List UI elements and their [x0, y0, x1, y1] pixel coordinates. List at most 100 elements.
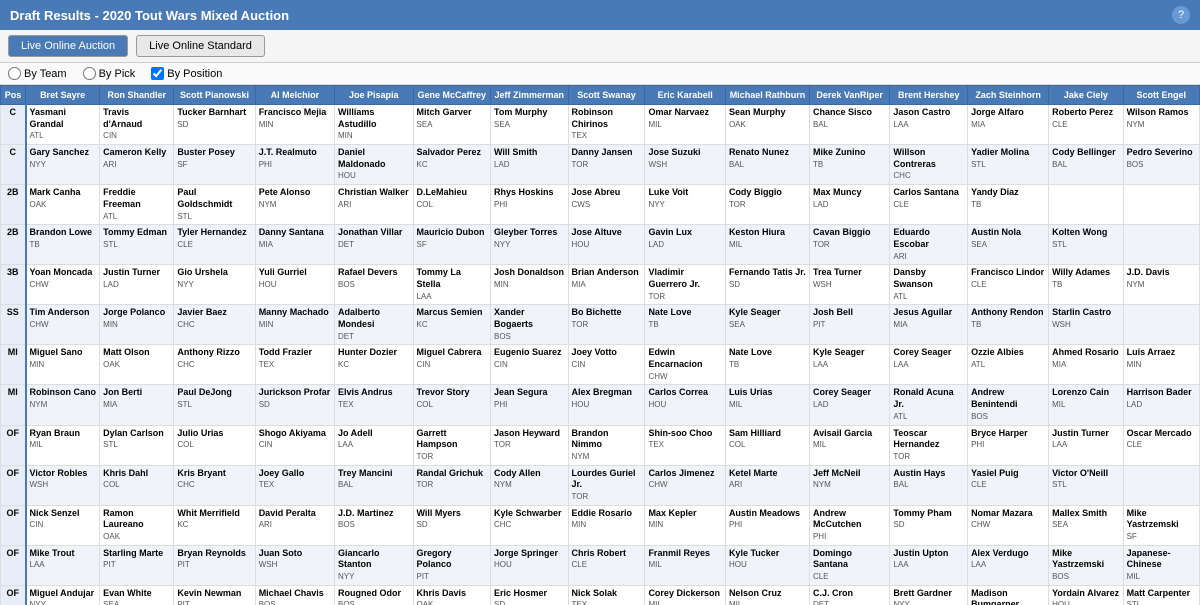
- player-name: Jonathan Villar: [338, 227, 410, 239]
- player-team: KC: [338, 360, 349, 369]
- player-name: Justin Turner: [1052, 428, 1120, 440]
- player-cell: J.D. MartinezBOS: [334, 505, 413, 545]
- player-cell: Mike ZuninoTB: [809, 145, 889, 185]
- player-cell: Pete AlonsoNYM: [255, 185, 334, 225]
- player-name: Anthony Rizzo: [177, 347, 251, 359]
- player-name: Robinson Chirinos: [572, 107, 642, 130]
- player-name: Paul Goldschmidt: [177, 187, 251, 210]
- player-name: Manny Machado: [259, 307, 331, 319]
- player-team: DET: [813, 600, 829, 605]
- player-name: Nate Love: [729, 347, 806, 359]
- player-team: MIL: [30, 440, 43, 449]
- player-name: Pedro Severino: [1127, 147, 1196, 159]
- player-name: Yasmani Grandal: [30, 107, 97, 130]
- player-name: Khris Dahl: [103, 468, 170, 480]
- player-name: Kris Bryant: [177, 468, 251, 480]
- player-name: Gary Sanchez: [30, 147, 97, 159]
- player-team: TOR: [893, 452, 910, 461]
- player-team: TB: [971, 320, 981, 329]
- player-name: Sean Murphy: [729, 107, 806, 119]
- player-team: ATL: [103, 212, 117, 221]
- player-team: MIA: [971, 120, 985, 129]
- player-team: CLE: [893, 200, 909, 209]
- player-team: TEX: [259, 480, 275, 489]
- player-cell: Khris DahlCOL: [100, 465, 174, 505]
- player-cell: Williams AstudilloMIN: [334, 105, 413, 145]
- tab-live-standard[interactable]: Live Online Standard: [136, 35, 265, 57]
- player-cell: Austin NolaSEA: [968, 225, 1049, 265]
- player-team: SEA: [729, 320, 745, 329]
- player-team: SF: [417, 240, 427, 249]
- player-cell: Yordain AlvarezHOU: [1049, 585, 1124, 605]
- player-cell: Jean SeguraPHI: [491, 385, 569, 425]
- player-team: NYY: [494, 240, 510, 249]
- col-header-scott-swanay: Scott Swanay: [568, 86, 645, 105]
- player-name: Pete Alonso: [259, 187, 331, 199]
- pos-cell: 2B: [1, 225, 26, 265]
- player-cell: Andrew McCutchenPHI: [809, 505, 889, 545]
- player-cell: Jeff McNeilNYM: [809, 465, 889, 505]
- player-team: PHI: [729, 520, 742, 529]
- player-team: LAA: [893, 120, 908, 129]
- player-cell: Jorge SpringerHOU: [491, 545, 569, 585]
- player-name: Victor Robles: [30, 468, 97, 480]
- tab-live-auction[interactable]: Live Online Auction: [8, 35, 128, 57]
- player-cell: Corey SeagerLAA: [890, 345, 968, 385]
- player-name: Christian Walker: [338, 187, 410, 199]
- player-team: CIN: [572, 360, 586, 369]
- player-team: COL: [177, 440, 193, 449]
- col-header-brent-hershey: Brent Hershey: [890, 86, 968, 105]
- player-team: BAL: [893, 480, 908, 489]
- player-cell: Kris BryantCHC: [174, 465, 255, 505]
- player-cell: Austin HaysBAL: [890, 465, 968, 505]
- player-cell: Carlos JimenezCHW: [645, 465, 726, 505]
- player-cell: Xander BogaertsBOS: [491, 305, 569, 345]
- player-team: DET: [338, 332, 354, 341]
- filter-by-pick[interactable]: By Pick: [83, 67, 136, 80]
- player-team: HOU: [572, 240, 590, 249]
- player-team: DET: [338, 240, 354, 249]
- pos-cell: OF: [1, 505, 26, 545]
- player-name: Kyle Tucker: [729, 548, 806, 560]
- player-cell: Khris DavisOAK: [413, 585, 491, 605]
- player-team: SEA: [1052, 520, 1068, 529]
- player-name: Madison Bumgarner: [971, 588, 1045, 605]
- filter-by-position[interactable]: By Position: [151, 67, 222, 80]
- player-cell: Christian WalkerARI: [334, 185, 413, 225]
- player-team: OAK: [103, 532, 120, 541]
- player-team: NYY: [338, 572, 354, 581]
- player-name: J.D. Davis: [1127, 267, 1196, 279]
- player-name: Tom Murphy: [494, 107, 565, 119]
- player-cell: Cameron KellyARI: [100, 145, 174, 185]
- player-team: HOU: [259, 280, 277, 289]
- player-cell: Edwin EncarnacionCHW: [645, 345, 726, 385]
- player-cell: Todd FrazierTEX: [255, 345, 334, 385]
- player-name: Mauricio Dubon: [417, 227, 488, 239]
- draft-table: PosBret SayreRon ShandlerScott Pianowski…: [0, 85, 1200, 605]
- player-cell: Justin TurnerLAD: [100, 265, 174, 305]
- player-team: WSH: [30, 480, 49, 489]
- help-button[interactable]: ?: [1172, 6, 1190, 24]
- player-cell: Mike YastrzemskiSF: [1123, 505, 1199, 545]
- player-team: ATL: [971, 360, 985, 369]
- player-name: Trea Turner: [813, 267, 886, 279]
- player-name: Robinson Cano: [30, 387, 97, 399]
- player-name: Brian Anderson: [572, 267, 642, 279]
- player-team: NYY: [30, 160, 46, 169]
- player-team: OAK: [417, 600, 434, 605]
- player-name: Giancarlo Stanton: [338, 548, 410, 571]
- header-title: Draft Results - 2020 Tout Wars Mixed Auc…: [10, 8, 289, 23]
- table-row: MIRobinson CanoNYMJon BertiMIAPaul DeJon…: [1, 385, 1200, 425]
- col-header-pos: Pos: [1, 86, 26, 105]
- player-cell: Randal GrichukTOR: [413, 465, 491, 505]
- player-name: Renato Nunez: [729, 147, 806, 159]
- pos-cell: OF: [1, 545, 26, 585]
- player-name: Miguel Cabrera: [417, 347, 488, 359]
- filter-by-team[interactable]: By Team: [8, 67, 67, 80]
- player-cell: Robinson CanoNYM: [26, 385, 100, 425]
- player-team: LAA: [893, 560, 908, 569]
- player-cell: Matt CarpenterSTL: [1123, 585, 1199, 605]
- player-team: LAD: [1127, 400, 1143, 409]
- player-name: Jesus Aguilar: [893, 307, 964, 319]
- player-name: Nate Love: [648, 307, 722, 319]
